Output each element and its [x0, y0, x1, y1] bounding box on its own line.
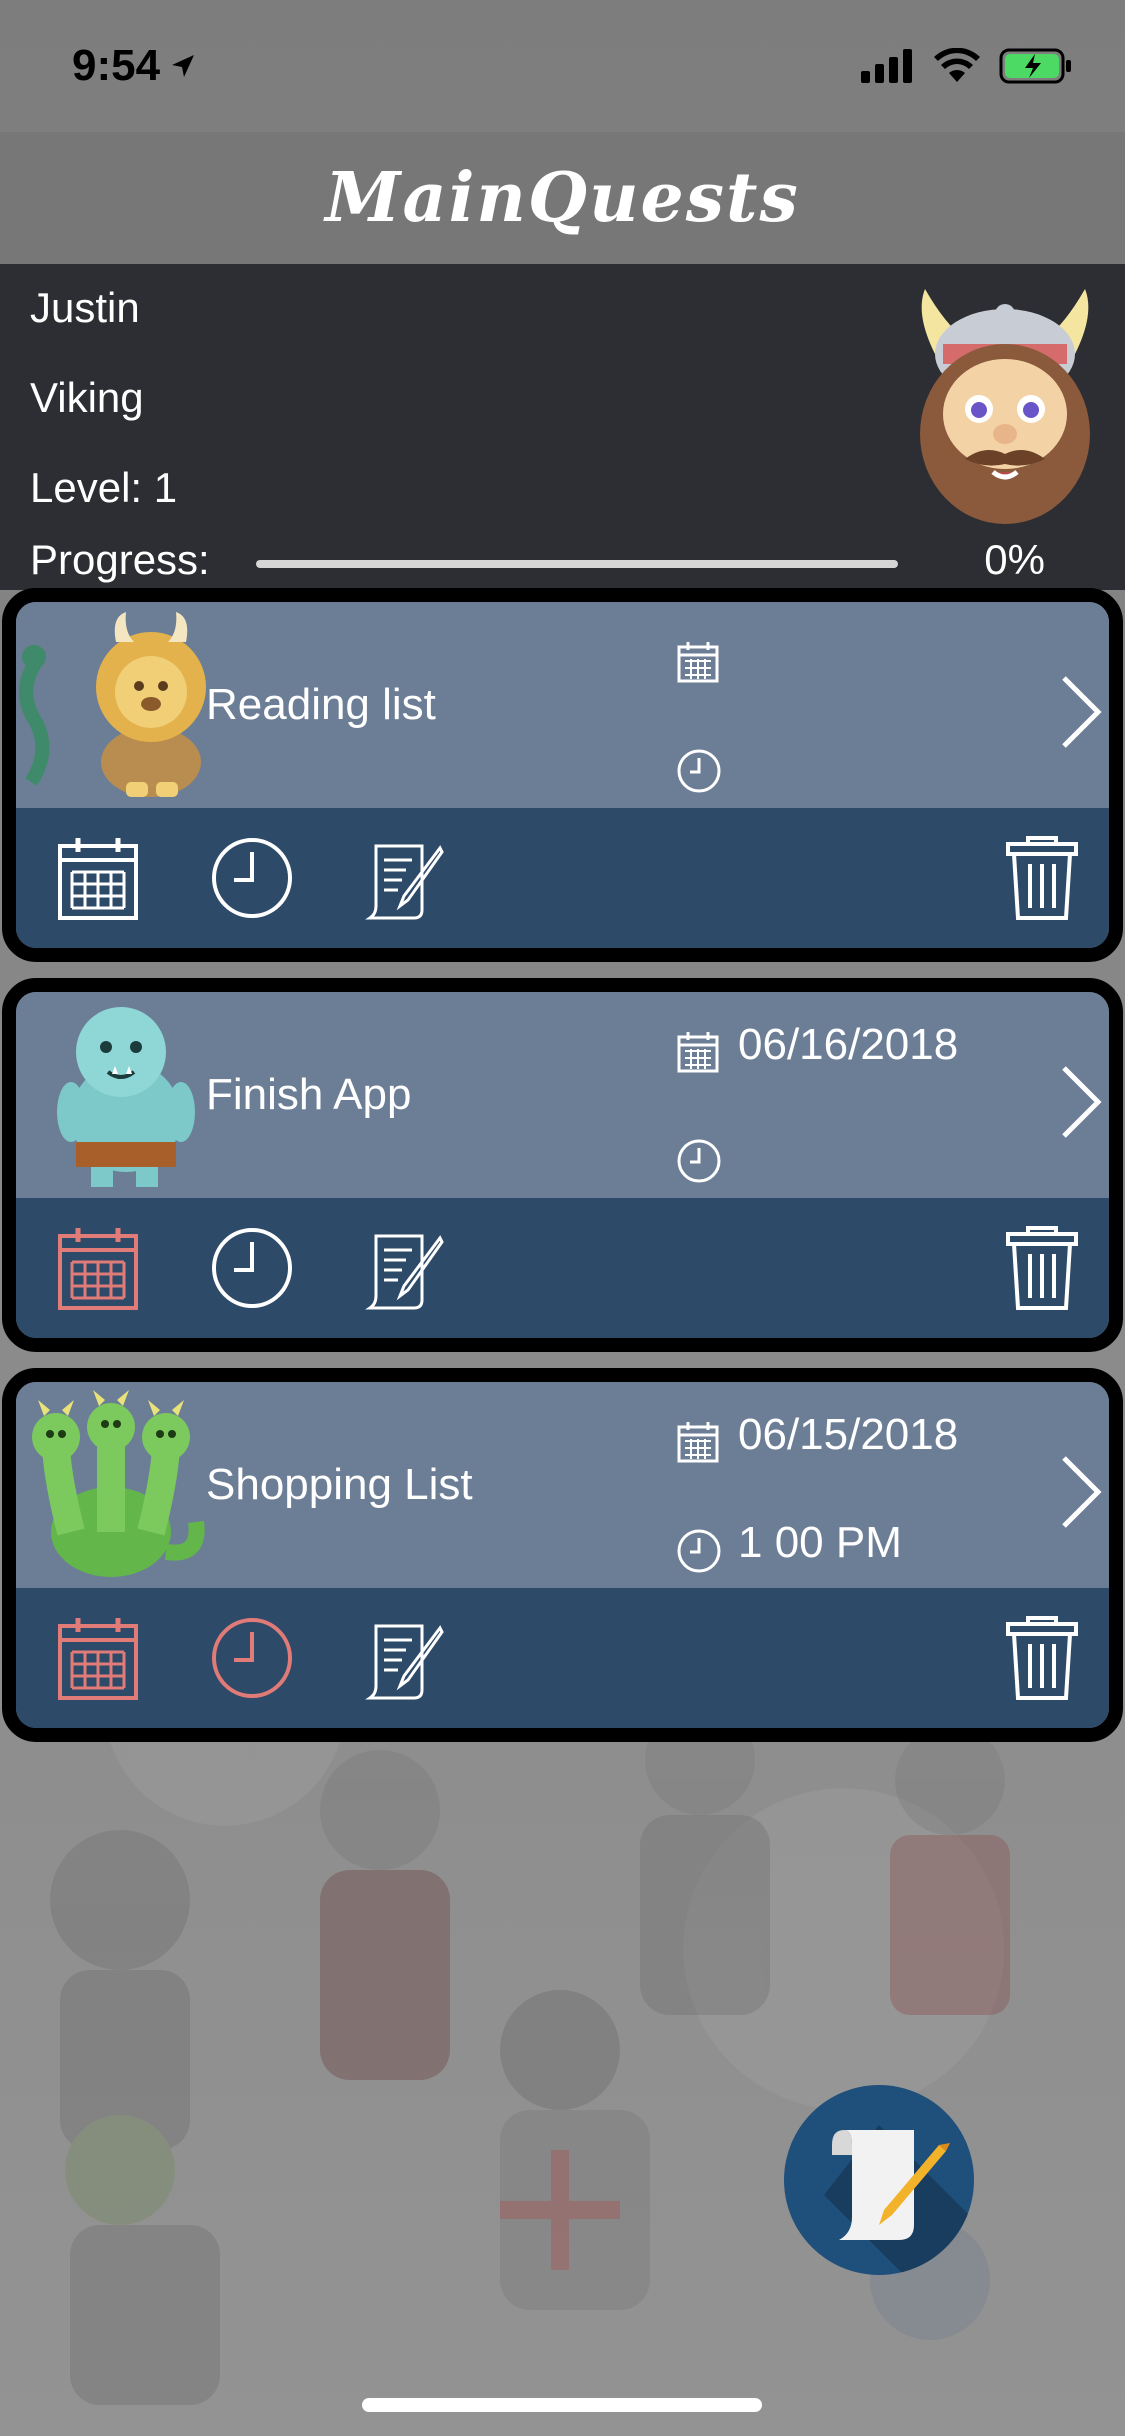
quest-actions	[16, 808, 1109, 948]
app-title: MainQuests	[325, 158, 800, 238]
calendar-icon	[58, 838, 138, 920]
quest-card[interactable]: Finish App 06/16/2018	[2, 978, 1123, 1352]
new-quest-scroll-icon	[824, 2125, 974, 2275]
quest-summary[interactable]: Reading list	[16, 602, 1109, 808]
progress-label: Progress:	[30, 536, 210, 583]
set-date-button[interactable]	[56, 1614, 140, 1702]
quest-title: Reading list	[206, 680, 436, 729]
scroll-quill-icon	[365, 1624, 444, 1700]
scroll-quill-icon	[365, 844, 444, 920]
quest-title: Shopping List	[206, 1460, 473, 1509]
set-date-button[interactable]	[56, 1224, 140, 1312]
calendar-icon	[677, 1032, 719, 1073]
progress-bar	[256, 560, 898, 568]
delete-quest-button[interactable]	[1000, 1224, 1084, 1312]
calendar-icon	[677, 642, 719, 683]
trash-icon	[1006, 1226, 1078, 1310]
player-profile: Justin Viking Level: 1 Progress: 0%	[0, 264, 1125, 590]
chevron-right-icon[interactable]	[1056, 672, 1106, 752]
set-date-button[interactable]	[56, 834, 140, 922]
quest-card[interactable]: Reading list	[2, 588, 1123, 962]
edit-quest-button[interactable]	[362, 1614, 446, 1702]
quest-due-date: 06/16/2018	[738, 1020, 959, 1069]
viking-avatar[interactable]	[905, 284, 1105, 524]
status-bar: 9:54	[0, 0, 1125, 132]
trash-icon	[1006, 836, 1078, 920]
quest-due-date: 06/15/2018	[738, 1410, 959, 1459]
status-time-label: 9:54	[72, 41, 161, 90]
home-indicator[interactable]	[362, 2398, 762, 2412]
calendar-icon	[677, 1422, 719, 1463]
player-level: Level: 1	[30, 464, 178, 511]
set-time-button[interactable]	[210, 834, 294, 922]
progress-value: 0%	[984, 536, 1045, 583]
calendar-icon	[58, 1228, 138, 1310]
quest-summary[interactable]: Shopping List 06/15/2018 1 00 PM	[16, 1382, 1109, 1588]
lion-icon	[19, 612, 206, 797]
set-time-button[interactable]	[210, 1224, 294, 1312]
cellular-signal-icon	[861, 49, 912, 83]
knights-illustration	[50, 1720, 1010, 2405]
trash-icon	[1006, 1616, 1078, 1700]
delete-quest-button[interactable]	[1000, 834, 1084, 922]
chevron-right-icon[interactable]	[1056, 1452, 1106, 1532]
delete-quest-button[interactable]	[1000, 1614, 1084, 1702]
clock-icon	[677, 749, 721, 793]
set-time-button[interactable]	[210, 1614, 294, 1702]
clock-icon	[212, 838, 292, 918]
new-quest-button[interactable]	[784, 2085, 974, 2275]
clock-icon	[212, 1618, 292, 1698]
clock-icon	[677, 1529, 721, 1573]
quest-actions	[16, 1198, 1109, 1338]
player-name: Justin	[30, 284, 140, 331]
battery-charging-icon	[999, 48, 1071, 84]
hydra-icon	[32, 1390, 205, 1577]
scroll-quill-icon	[365, 1234, 444, 1310]
quest-due-time: 1 00 PM	[738, 1518, 902, 1567]
clock-icon	[677, 1139, 721, 1183]
calendar-icon	[58, 1618, 138, 1700]
wifi-icon	[934, 48, 980, 82]
navigation-bar: MainQuests	[0, 132, 1125, 264]
ogre-icon	[57, 1007, 195, 1187]
clock-icon	[212, 1228, 292, 1308]
quest-summary[interactable]: Finish App 06/16/2018	[16, 992, 1109, 1198]
quest-card[interactable]: Shopping List 06/15/2018 1 00 PM	[2, 1368, 1123, 1742]
player-class: Viking	[30, 374, 144, 421]
status-indicators	[861, 48, 1073, 84]
edit-quest-button[interactable]	[362, 1224, 446, 1312]
status-time: 9:54	[72, 41, 196, 91]
chevron-right-icon[interactable]	[1056, 1062, 1106, 1142]
quest-actions	[16, 1588, 1109, 1728]
location-arrow-icon	[172, 55, 195, 77]
quest-title: Finish App	[206, 1070, 412, 1119]
edit-quest-button[interactable]	[362, 834, 446, 922]
